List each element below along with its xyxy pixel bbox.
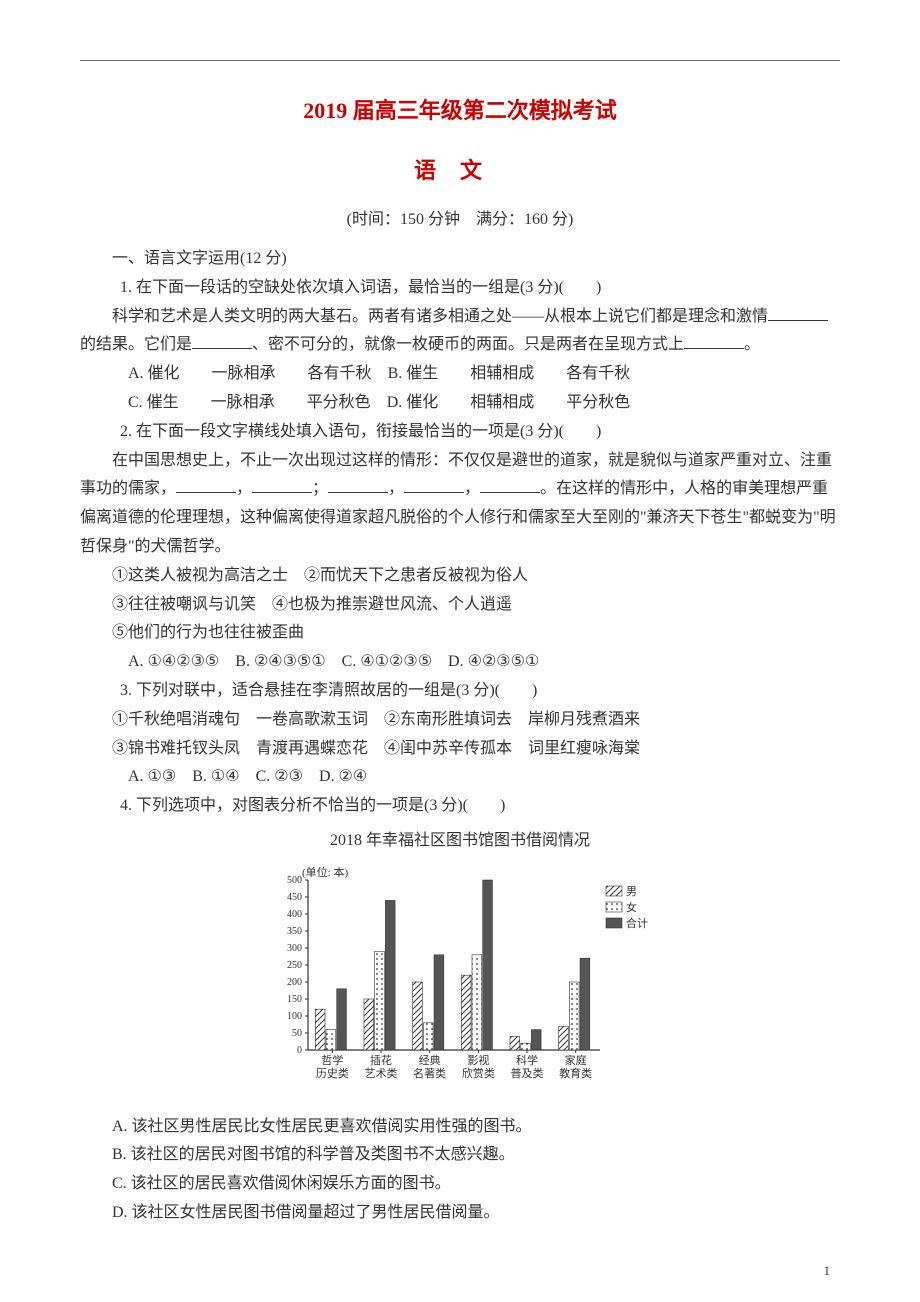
svg-text:100: 100	[287, 1011, 302, 1022]
subject-title: 语文	[80, 151, 840, 191]
q3-line-1: ①千秋绝唱消魂句 一卷高歌漱玉词 ②东南形胜填词去 岸柳月残煮酒来	[80, 706, 840, 735]
q1-stem: 1. 在下面一段话的空缺处依次填入词语，最恰当的一组是(3 分)( )	[80, 274, 840, 303]
sep1: ，	[236, 480, 252, 497]
svg-text:250: 250	[287, 960, 302, 971]
q4-optA: A. 该社区男性居民比女性居民更喜欢借阅实用性强的图书。	[80, 1113, 840, 1142]
svg-text:哲学: 哲学	[321, 1053, 343, 1067]
svg-text:450: 450	[287, 892, 302, 903]
svg-text:家庭: 家庭	[565, 1053, 587, 1067]
q1-passage-c: 、密不可分的，就像一枚硬币的两面。只是两者在呈现方式上	[252, 336, 684, 353]
top-rule	[80, 60, 840, 61]
q1-options-row-2: C. 催生 一脉相承 平分秋色 D. 催化 相辅相成 平分秋色	[80, 389, 840, 418]
sep4: ，	[464, 480, 480, 497]
section-1-heading: 一、语言文字运用(12 分)	[80, 245, 840, 274]
svg-text:400: 400	[287, 909, 302, 920]
svg-text:男: 男	[626, 886, 637, 898]
svg-text:历史类: 历史类	[316, 1066, 349, 1080]
q3-stem: 3. 下列对联中，适合悬挂在李清照故居的一组是(3 分)( )	[80, 677, 840, 706]
q1-optB: B. 催生 相辅相成 各有千秋	[388, 365, 631, 382]
svg-text:350: 350	[287, 926, 302, 937]
page-number: 1	[824, 1259, 831, 1282]
svg-text:教育类: 教育类	[559, 1066, 592, 1080]
svg-text:0: 0	[297, 1045, 302, 1056]
svg-text:影视: 影视	[467, 1053, 489, 1067]
svg-text:普及类: 普及类	[511, 1066, 544, 1080]
q4-optD: D. 该社区女性居民图书借阅量超过了男性居民借阅量。	[80, 1199, 840, 1228]
svg-text:(单位: 本): (单位: 本)	[302, 865, 348, 879]
q4-optC: C. 该社区的居民喜欢借阅休闲娱乐方面的图书。	[80, 1170, 840, 1199]
blank-q2-4	[404, 477, 464, 493]
chart-container: (单位: 本) 0 50 100 150 200 250 300 350 400 450 500 哲学历…	[80, 862, 840, 1103]
exam-title: 2019 届高三年级第二次模拟考试	[80, 91, 840, 131]
svg-text:名著类: 名著类	[413, 1066, 446, 1080]
svg-text:300: 300	[287, 943, 302, 954]
q4-optB: B. 该社区的居民对图书馆的科学普及类图书不太感兴趣。	[80, 1141, 840, 1170]
q1-passage-b: 的结果。它们是	[80, 336, 192, 353]
svg-text:合计: 合计	[626, 916, 648, 930]
bar-chart: (单位: 本) 0 50 100 150 200 250 300 350 400 450 500 哲学历…	[260, 862, 660, 1092]
q2-item-line-1: ①这类人被视为高洁之士 ②而忧天下之患者反被视为俗人	[80, 562, 840, 591]
q3-options: A. ①③ B. ①④ C. ②③ D. ②④	[80, 763, 840, 792]
chart-title: 2018 年幸福社区图书馆图书借阅情况	[80, 827, 840, 856]
q1-passage-a: 科学和艺术是人类文明的两大基石。两者有诸多相通之处——从根本上说它们都是理念和激…	[112, 308, 768, 325]
q2-item-line-2: ③往往被嘲讽与讥笑 ④也极为推崇避世风流、个人逍遥	[80, 591, 840, 620]
svg-text:女: 女	[626, 900, 637, 914]
svg-text:500: 500	[287, 875, 302, 886]
q4-stem: 4. 下列选项中，对图表分析不恰当的一项是(3 分)( )	[80, 792, 840, 821]
q1-passage-d: 。	[744, 336, 760, 353]
svg-text:150: 150	[287, 994, 302, 1005]
q1-optC: C. 催生 一脉相承 平分秋色	[128, 394, 371, 411]
svg-text:欣赏类: 欣赏类	[462, 1066, 495, 1080]
q3-line-2: ③锦书难托钗头凤 青渡再遇蝶恋花 ④闺中苏辛传孤本 词里红瘦咏海棠	[80, 735, 840, 764]
blank-1	[768, 305, 828, 321]
sep2: ；	[312, 480, 328, 497]
blank-2	[192, 333, 252, 349]
q2-stem: 2. 在下面一段文字横线处填入语句，衔接最恰当的一项是(3 分)( )	[80, 418, 840, 447]
svg-text:200: 200	[287, 977, 302, 988]
q1-options-row-1: A. 催化 一脉相承 各有千秋 B. 催生 相辅相成 各有千秋	[80, 360, 840, 389]
blank-q2-3	[328, 477, 388, 493]
blank-q2-2	[252, 477, 312, 493]
q1-optD: D. 催化 相辅相成 平分秋色	[387, 394, 631, 411]
svg-text:插花: 插花	[370, 1053, 392, 1067]
blank-q2-1	[176, 477, 236, 493]
svg-text:经典: 经典	[419, 1053, 441, 1067]
exam-info: (时间：150 分钟 满分：160 分)	[80, 206, 840, 235]
svg-text:艺术类: 艺术类	[365, 1066, 398, 1080]
blank-q2-5	[480, 477, 540, 493]
blank-3	[684, 333, 744, 349]
svg-text:50: 50	[292, 1028, 302, 1039]
q2-passage: 在中国思想史上，不止一次出现过这样的情形：不仅仅是避世的道家，就是貌似与道家严重…	[80, 447, 840, 562]
q2-item-line-3: ⑤他们的行为也往往被歪曲	[80, 619, 840, 648]
q1-optA: A. 催化 一脉相承 各有千秋	[128, 365, 372, 382]
svg-text:科学: 科学	[516, 1053, 538, 1067]
sep3: ，	[388, 480, 404, 497]
q2-options: A. ①④②③⑤ B. ②④③⑤① C. ④①②③⑤ D. ④②③⑤①	[80, 648, 840, 677]
q1-passage: 科学和艺术是人类文明的两大基石。两者有诸多相通之处——从根本上说它们都是理念和激…	[80, 303, 840, 361]
